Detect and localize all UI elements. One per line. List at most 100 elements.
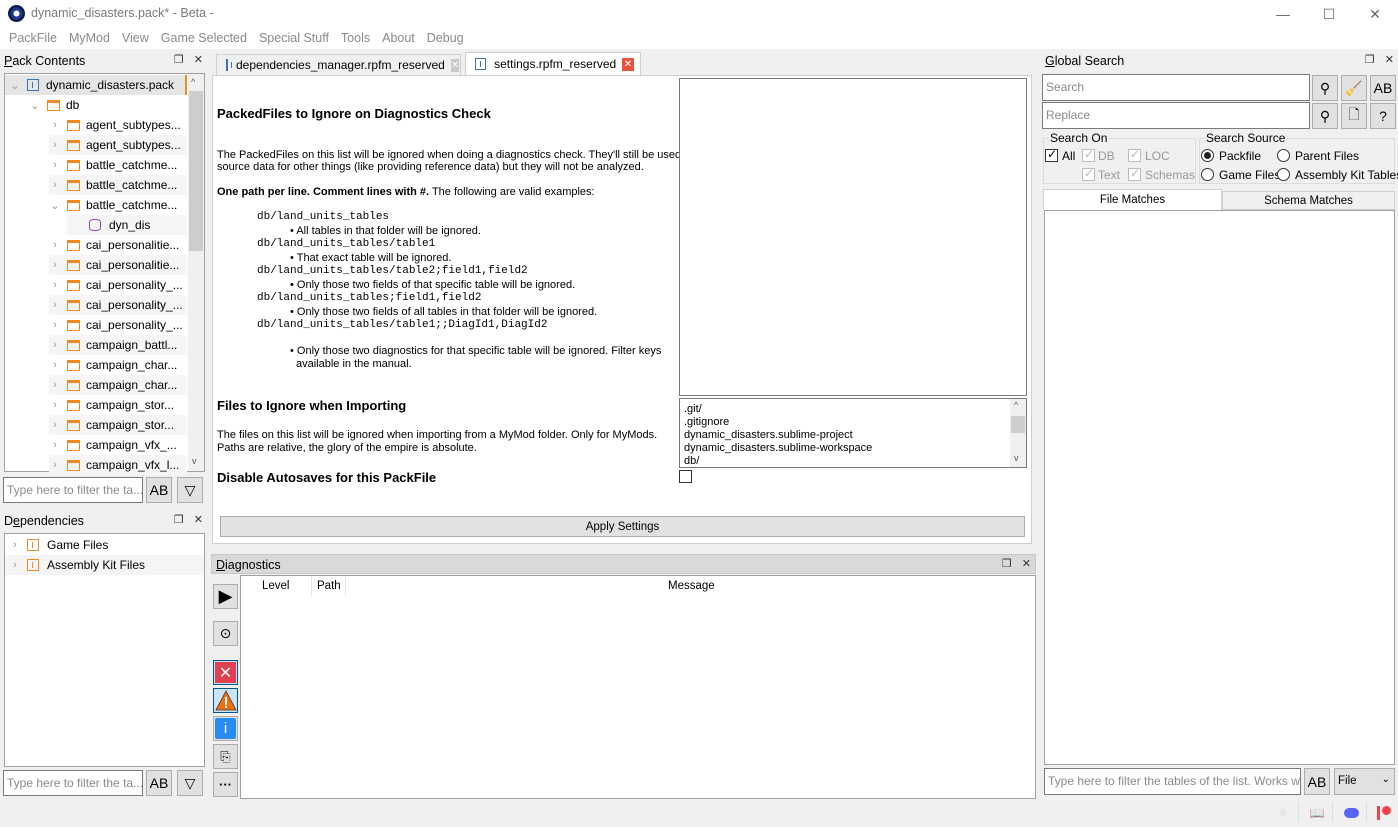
close-icon[interactable]: ✕ xyxy=(1352,0,1398,28)
apply-settings-button[interactable]: Apply Settings xyxy=(220,516,1025,537)
disable-autosaves-checkbox[interactable] xyxy=(679,470,692,483)
chevron-right-icon[interactable]: › xyxy=(49,179,61,191)
error-filter-icon[interactable]: ✕ xyxy=(213,660,238,685)
source-game-files-radio[interactable] xyxy=(1201,168,1214,181)
menu-game-selected[interactable]: Game Selected xyxy=(155,28,253,49)
file-matches-list[interactable] xyxy=(1044,210,1395,765)
pack-filter-input[interactable]: Type here to filter the ta... xyxy=(3,477,143,503)
close-dock-icon[interactable]: ✕ xyxy=(194,513,203,526)
import-scrollbar[interactable]: ^ v xyxy=(1010,399,1026,467)
close-dock-icon[interactable]: ✕ xyxy=(194,53,203,66)
run-icon[interactable]: ▶ xyxy=(213,584,238,609)
scroll-up-icon[interactable]: ^ xyxy=(1014,400,1018,410)
scroll-thumb[interactable] xyxy=(1011,416,1025,433)
close-dock-icon[interactable]: ✕ xyxy=(1022,557,1031,570)
ignore-import-textarea[interactable]: .git/.gitignore dynamic_disasters.sublime… xyxy=(679,398,1027,468)
tree-item[interactable]: › campaign_char... xyxy=(49,375,187,395)
column-divider[interactable] xyxy=(345,576,346,596)
tree-item-db[interactable]: ⌄ db xyxy=(5,95,187,115)
float-icon[interactable]: ❐ xyxy=(1365,53,1375,66)
tree-item[interactable]: › cai_personalitie... xyxy=(49,235,187,255)
tree-item[interactable]: › cai_personality_... xyxy=(49,315,187,335)
menu-special-stuff[interactable]: Special Stuff xyxy=(253,28,335,49)
chevron-right-icon[interactable]: › xyxy=(49,259,61,271)
maximize-icon[interactable]: ☐ xyxy=(1306,0,1352,28)
column-header-message[interactable]: Message xyxy=(668,580,715,592)
chevron-right-icon[interactable]: › xyxy=(9,559,21,571)
float-icon[interactable]: ❐ xyxy=(174,513,184,526)
github-icon[interactable]: ● xyxy=(1275,804,1291,821)
scroll-down-icon[interactable]: v xyxy=(1014,453,1019,463)
matches-filter-input[interactable]: Type here to filter the tables of the li… xyxy=(1044,768,1301,795)
chevron-right-icon[interactable]: › xyxy=(49,299,61,311)
case-sensitive-icon[interactable]: AB xyxy=(146,770,172,796)
chevron-right-icon[interactable]: › xyxy=(49,359,61,371)
replace-input[interactable]: Replace xyxy=(1042,102,1310,129)
tree-item[interactable]: › campaign_char... xyxy=(49,355,187,375)
tab-schema-matches[interactable]: Schema Matches xyxy=(1222,191,1395,210)
search-on-text-checkbox[interactable] xyxy=(1082,166,1095,181)
source-packfile-radio[interactable] xyxy=(1201,149,1214,162)
case-sensitive-icon[interactable]: AB xyxy=(1304,768,1330,795)
open-file-icon[interactable]: ⎘ xyxy=(213,744,238,769)
tab-dependencies-manager[interactable]: dependencies_manager.rpfm_reserved ✕ xyxy=(216,54,461,75)
source-assembly-kit-radio[interactable] xyxy=(1277,168,1290,181)
tree-item[interactable]: › campaign_stor... xyxy=(49,415,187,435)
info-filter-icon[interactable]: i xyxy=(213,716,238,741)
chevron-down-icon[interactable]: ⌄ xyxy=(9,79,21,92)
chevron-right-icon[interactable]: › xyxy=(49,119,61,131)
tree-item[interactable]: › campaign_stor... xyxy=(49,395,187,415)
tree-item[interactable]: › campaign_vfx_... xyxy=(49,435,187,455)
replace-all-icon[interactable]: 🗋 xyxy=(1341,103,1367,129)
search-on-db-checkbox[interactable] xyxy=(1082,147,1095,162)
replace-icon[interactable]: ⚲ xyxy=(1312,103,1338,129)
chevron-right-icon[interactable]: › xyxy=(49,379,61,391)
chevron-right-icon[interactable]: › xyxy=(49,439,61,451)
run-settings-icon[interactable]: ⊙ xyxy=(213,621,238,646)
chevron-right-icon[interactable]: › xyxy=(49,279,61,291)
tree-item[interactable]: › battle_catchme... xyxy=(49,155,187,175)
tree-item[interactable]: › agent_subtypes... xyxy=(49,115,187,135)
tab-settings[interactable]: settings.rpfm_reserved ✕ xyxy=(465,52,641,75)
tree-item[interactable]: › agent_subtypes... xyxy=(49,135,187,155)
ignore-diagnostics-textarea[interactable] xyxy=(679,78,1027,396)
column-select[interactable]: File ⌄ xyxy=(1334,768,1395,795)
tree-item[interactable]: ⌄ battle_catchme... xyxy=(49,195,187,215)
menu-debug[interactable]: Debug xyxy=(421,28,470,49)
discord-icon[interactable] xyxy=(1343,805,1359,821)
search-on-schemas-checkbox[interactable] xyxy=(1128,166,1141,181)
scroll-down-icon[interactable]: v xyxy=(192,456,197,466)
search-icon[interactable]: ⚲ xyxy=(1312,75,1338,101)
column-divider[interactable] xyxy=(311,576,312,596)
menu-packfile[interactable]: PackFile xyxy=(3,28,63,49)
chevron-right-icon[interactable]: › xyxy=(49,139,61,151)
minimize-icon[interactable]: — xyxy=(1260,0,1306,28)
column-header-path[interactable]: Path xyxy=(317,580,341,592)
tree-scrollbar[interactable]: ^ v xyxy=(188,74,204,471)
menu-about[interactable]: About xyxy=(376,28,421,49)
chevron-down-icon[interactable]: ⌄ xyxy=(49,199,61,212)
chevron-right-icon[interactable]: › xyxy=(49,339,61,351)
column-header-level[interactable]: Level xyxy=(262,580,290,592)
float-icon[interactable]: ❐ xyxy=(1002,557,1012,570)
scroll-thumb[interactable] xyxy=(189,91,203,251)
menu-view[interactable]: View xyxy=(116,28,155,49)
chevron-down-icon[interactable]: ⌄ xyxy=(29,99,41,112)
tree-item[interactable]: › cai_personalitie... xyxy=(49,255,187,275)
tree-item-assembly-kit[interactable]: › Assembly Kit Files xyxy=(5,555,204,575)
search-on-loc-checkbox[interactable] xyxy=(1128,147,1141,162)
case-sensitive-icon[interactable]: AB xyxy=(146,477,172,503)
patreon-icon[interactable] xyxy=(1376,805,1392,821)
close-tab-icon[interactable]: ✕ xyxy=(622,57,634,71)
chevron-right-icon[interactable]: › xyxy=(49,319,61,331)
manual-icon[interactable]: 📖 xyxy=(1309,805,1325,821)
chevron-right-icon[interactable]: › xyxy=(49,159,61,171)
search-input[interactable]: Search xyxy=(1042,74,1310,101)
clear-search-icon[interactable]: 🧹 xyxy=(1341,75,1367,101)
close-tab-icon[interactable]: ✕ xyxy=(450,58,460,72)
filter-options-icon[interactable]: ▽ xyxy=(177,770,203,796)
search-on-all-checkbox[interactable] xyxy=(1045,147,1058,162)
pack-tree[interactable]: ⌄ dynamic_disasters.pack ⌄ db › agent_sub… xyxy=(4,73,205,475)
tree-item-root[interactable]: ⌄ dynamic_disasters.pack xyxy=(5,75,187,95)
warning-filter-icon[interactable] xyxy=(213,688,238,713)
